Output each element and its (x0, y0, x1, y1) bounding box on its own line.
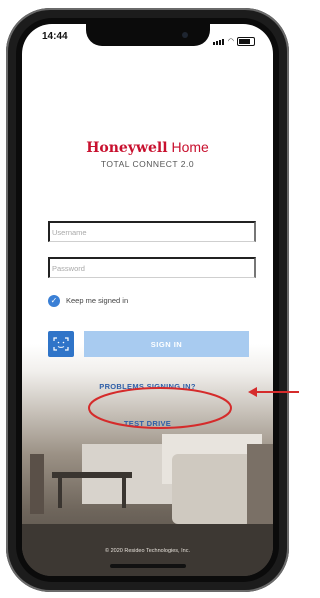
keep-signed-in-checkbox[interactable]: ✓ (48, 295, 60, 307)
face-id-button[interactable] (48, 331, 74, 357)
signal-icon (212, 32, 225, 50)
copyright-text: © 2020 Resideo Technologies, Inc. (105, 548, 190, 554)
wifi-icon: ◠ (227, 38, 234, 45)
brand-logo: Honeywell Home (86, 139, 209, 156)
battery-icon (237, 36, 255, 46)
arrow-icon (248, 387, 299, 397)
status-time: 14:44 (42, 31, 68, 42)
phone-frame: 14:44 ◠ Honeywell Home TOTAL CONNECT 2.0… (6, 8, 289, 592)
keep-signed-in-label: Keep me signed in (66, 296, 129, 305)
highlight-oval (88, 387, 232, 429)
password-field[interactable] (48, 257, 256, 278)
notch (86, 24, 210, 46)
product-name: TOTAL CONNECT 2.0 (100, 159, 195, 169)
status-icons: ◠ (212, 32, 255, 50)
phone-bezel: 14:44 ◠ Honeywell Home TOTAL CONNECT 2.0… (16, 18, 279, 582)
username-field[interactable] (48, 221, 256, 242)
sign-in-button[interactable]: SIGN IN (84, 331, 249, 357)
app-screen: 14:44 ◠ Honeywell Home TOTAL CONNECT 2.0… (22, 24, 273, 576)
home-indicator[interactable] (110, 564, 186, 568)
face-id-icon (53, 337, 69, 351)
